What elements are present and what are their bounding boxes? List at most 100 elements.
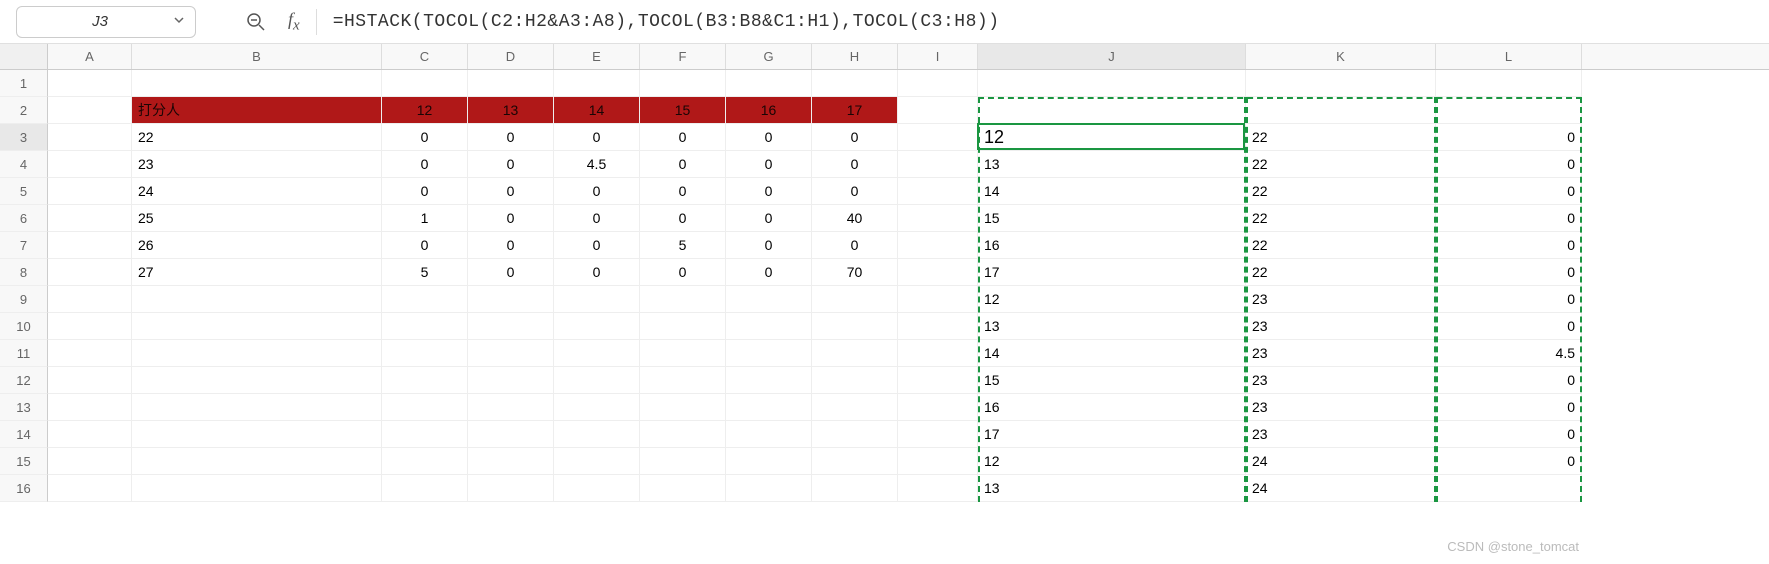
cell-e7[interactable]: 0 (554, 232, 640, 259)
cell-h13[interactable] (812, 394, 898, 421)
cell-i15[interactable] (898, 448, 978, 475)
cell-d6[interactable]: 0 (468, 205, 554, 232)
cell-d16[interactable] (468, 475, 554, 502)
cell-l2[interactable] (1436, 97, 1582, 124)
cell-d8[interactable]: 0 (468, 259, 554, 286)
cell-b10[interactable] (132, 313, 382, 340)
cell-d3[interactable]: 0 (468, 124, 554, 151)
cell-i8[interactable] (898, 259, 978, 286)
cell-g13[interactable] (726, 394, 812, 421)
cell-b1[interactable] (132, 70, 382, 97)
cell-k1[interactable] (1246, 70, 1436, 97)
column-header-e[interactable]: E (554, 44, 640, 69)
cell-l5[interactable]: 0 (1436, 178, 1582, 205)
column-header-k[interactable]: K (1246, 44, 1436, 69)
cell-f4[interactable]: 0 (640, 151, 726, 178)
cell-b8[interactable]: 27 (132, 259, 382, 286)
cell-i5[interactable] (898, 178, 978, 205)
column-header-g[interactable]: G (726, 44, 812, 69)
column-header-b[interactable]: B (132, 44, 382, 69)
cell-l3[interactable]: 0 (1436, 124, 1582, 151)
cell-g5[interactable]: 0 (726, 178, 812, 205)
cell-c11[interactable] (382, 340, 468, 367)
cell-k13[interactable]: 23 (1246, 394, 1436, 421)
cell-g6[interactable]: 0 (726, 205, 812, 232)
row-header-7[interactable]: 7 (0, 232, 48, 259)
cell-f2[interactable]: 15 (640, 97, 726, 124)
cell-j9[interactable]: 12 (978, 286, 1246, 313)
cell-b4[interactable]: 23 (132, 151, 382, 178)
cell-f15[interactable] (640, 448, 726, 475)
cell-g15[interactable] (726, 448, 812, 475)
cell-c1[interactable] (382, 70, 468, 97)
cell-l7[interactable]: 0 (1436, 232, 1582, 259)
column-header-a[interactable]: A (48, 44, 132, 69)
row-header-9[interactable]: 9 (0, 286, 48, 313)
cell-b3[interactable]: 22 (132, 124, 382, 151)
cell-l1[interactable] (1436, 70, 1582, 97)
cell-f7[interactable]: 5 (640, 232, 726, 259)
row-header-8[interactable]: 8 (0, 259, 48, 286)
cell-l9[interactable]: 0 (1436, 286, 1582, 313)
row-header-11[interactable]: 11 (0, 340, 48, 367)
cell-l13[interactable]: 0 (1436, 394, 1582, 421)
cell-k8[interactable]: 22 (1246, 259, 1436, 286)
cell-h15[interactable] (812, 448, 898, 475)
cell-d7[interactable]: 0 (468, 232, 554, 259)
row-header-2[interactable]: 2 (0, 97, 48, 124)
cell-h5[interactable]: 0 (812, 178, 898, 205)
cell-i2[interactable] (898, 97, 978, 124)
cell-g2[interactable]: 16 (726, 97, 812, 124)
cell-f9[interactable] (640, 286, 726, 313)
row-header-13[interactable]: 13 (0, 394, 48, 421)
cell-l14[interactable]: 0 (1436, 421, 1582, 448)
cell-j16[interactable]: 13 (978, 475, 1246, 502)
cell-f1[interactable] (640, 70, 726, 97)
cell-k11[interactable]: 23 (1246, 340, 1436, 367)
cell-f6[interactable]: 0 (640, 205, 726, 232)
cell-c13[interactable] (382, 394, 468, 421)
cell-i11[interactable] (898, 340, 978, 367)
cell-a13[interactable] (48, 394, 132, 421)
cell-i7[interactable] (898, 232, 978, 259)
select-all-corner[interactable] (0, 44, 48, 69)
cell-g1[interactable] (726, 70, 812, 97)
cell-h2[interactable]: 17 (812, 97, 898, 124)
column-header-l[interactable]: L (1436, 44, 1582, 69)
cell-c10[interactable] (382, 313, 468, 340)
cell-f16[interactable] (640, 475, 726, 502)
cell-i16[interactable] (898, 475, 978, 502)
cell-j15[interactable]: 12 (978, 448, 1246, 475)
cell-e12[interactable] (554, 367, 640, 394)
cell-h8[interactable]: 70 (812, 259, 898, 286)
cell-j1[interactable] (978, 70, 1246, 97)
cell-c12[interactable] (382, 367, 468, 394)
cell-j8[interactable]: 17 (978, 259, 1246, 286)
cell-c16[interactable] (382, 475, 468, 502)
cell-e14[interactable] (554, 421, 640, 448)
cell-j6[interactable]: 15 (978, 205, 1246, 232)
cell-i10[interactable] (898, 313, 978, 340)
cell-g14[interactable] (726, 421, 812, 448)
spreadsheet-grid[interactable]: ABCDEFGHIJKL 12打分人1213141516173220000001… (0, 44, 1769, 502)
row-header-3[interactable]: 3 (0, 124, 48, 151)
name-box[interactable]: J3 (16, 6, 196, 38)
cell-h11[interactable] (812, 340, 898, 367)
cell-a7[interactable] (48, 232, 132, 259)
cell-l16[interactable] (1436, 475, 1582, 502)
cell-e9[interactable] (554, 286, 640, 313)
cell-j14[interactable]: 17 (978, 421, 1246, 448)
cell-f8[interactable]: 0 (640, 259, 726, 286)
cell-i13[interactable] (898, 394, 978, 421)
cell-d15[interactable] (468, 448, 554, 475)
cell-b11[interactable] (132, 340, 382, 367)
cell-c15[interactable] (382, 448, 468, 475)
cell-j4[interactable]: 13 (978, 151, 1246, 178)
cell-j13[interactable]: 16 (978, 394, 1246, 421)
cell-e5[interactable]: 0 (554, 178, 640, 205)
cell-b16[interactable] (132, 475, 382, 502)
cell-i9[interactable] (898, 286, 978, 313)
cell-c4[interactable]: 0 (382, 151, 468, 178)
row-header-1[interactable]: 1 (0, 70, 48, 97)
cell-k10[interactable]: 23 (1246, 313, 1436, 340)
